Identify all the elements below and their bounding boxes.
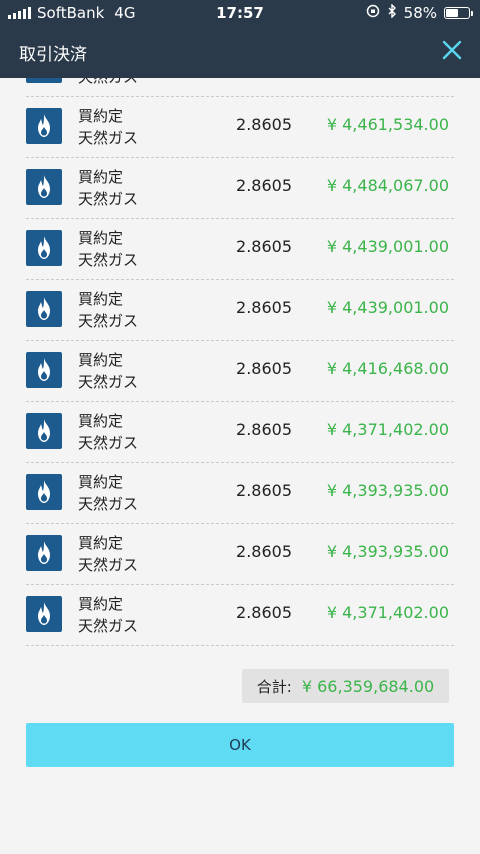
instrument-name: 天然ガス bbox=[78, 556, 139, 574]
quantity: 2.8605 bbox=[236, 176, 292, 195]
instrument-name: 天然ガス bbox=[78, 251, 139, 269]
position-row: 買約定天然ガス 2.8605 ¥ 4,393,935.00 bbox=[26, 463, 454, 524]
flame-icon bbox=[26, 352, 62, 388]
order-type: 買約定 bbox=[78, 595, 124, 613]
price: ¥ 4,416,468.00 bbox=[326, 359, 449, 378]
price: ¥ 4,439,001.00 bbox=[326, 298, 449, 317]
order-type: 買約定 bbox=[78, 168, 124, 186]
rotation-lock-icon bbox=[366, 4, 380, 22]
instrument-name: 天然ガス bbox=[78, 129, 139, 147]
instrument-name: 天然ガス bbox=[78, 434, 139, 452]
battery-icon bbox=[444, 7, 473, 19]
position-list: 買約定天然ガス2.8605¥ 4,439,001.00買約定天然ガス2.8605… bbox=[26, 78, 454, 646]
position-row: 買約定天然ガス 2.8605 ¥ 4,439,001.00 bbox=[26, 219, 454, 280]
flame-icon bbox=[26, 413, 62, 449]
position-row: 買約定天然ガス 2.8605 ¥ 4,461,534.00 bbox=[26, 97, 454, 158]
quantity: 2.8605 bbox=[236, 481, 292, 500]
instrument-name: 天然ガス bbox=[78, 373, 139, 391]
quantity: 2.8605 bbox=[236, 603, 292, 622]
position-row: 買約定天然ガス 2.8605 ¥ 4,393,935.00 bbox=[26, 524, 454, 585]
page-title: 取引決済 bbox=[19, 45, 87, 65]
order-type: 買約定 bbox=[78, 351, 124, 369]
quantity: 2.8605 bbox=[236, 115, 292, 134]
order-type: 買約定 bbox=[78, 229, 124, 247]
position-row: 買約定天然ガス 2.8605 ¥ 4,484,067.00 bbox=[26, 158, 454, 219]
header: 取引決済 bbox=[0, 26, 480, 78]
quantity: 2.8605 bbox=[236, 237, 292, 256]
quantity: 2.8605 bbox=[236, 420, 292, 439]
order-type: 買約定 bbox=[78, 473, 124, 491]
price: ¥ 4,439,001.00 bbox=[326, 237, 449, 256]
total-label: 合計: bbox=[256, 677, 292, 696]
quantity: 2.8605 bbox=[236, 542, 292, 561]
instrument-name: 天然ガス bbox=[78, 190, 139, 208]
order-type: 買約定 bbox=[78, 412, 124, 430]
instrument-name: 天然ガス bbox=[78, 78, 138, 88]
flame-icon bbox=[26, 291, 62, 327]
position-row: 買約定天然ガス 2.8605 ¥ 4,416,468.00 bbox=[26, 341, 454, 402]
order-type: 買約定 bbox=[78, 107, 124, 125]
quantity: 2.8605 bbox=[236, 298, 292, 317]
instrument-name: 天然ガス bbox=[78, 617, 139, 635]
total-box: 合計: ¥ 66,359,684.00 bbox=[242, 669, 449, 703]
flame-icon bbox=[26, 596, 62, 632]
flame-icon bbox=[26, 169, 62, 205]
price: ¥ 4,461,534.00 bbox=[326, 115, 449, 134]
price: ¥ 4,371,402.00 bbox=[326, 603, 449, 622]
order-type: 買約定 bbox=[78, 290, 124, 308]
flame-icon bbox=[26, 474, 62, 510]
price: ¥ 4,393,935.00 bbox=[326, 542, 449, 561]
total-value: ¥ 66,359,684.00 bbox=[301, 676, 435, 696]
flame-icon bbox=[26, 78, 62, 83]
close-icon[interactable] bbox=[438, 36, 466, 64]
instrument-name: 天然ガス bbox=[78, 495, 139, 513]
bluetooth-icon bbox=[387, 3, 397, 22]
price: ¥ 4,393,935.00 bbox=[326, 481, 449, 500]
instrument-name: 天然ガス bbox=[78, 312, 139, 330]
position-row: 買約定天然ガス 2.8605 ¥ 4,439,001.00 bbox=[26, 280, 454, 341]
position-row: 買約定天然ガス 2.8605 ¥ 4,371,402.00 bbox=[26, 402, 454, 463]
battery-percent: 58% bbox=[403, 4, 437, 22]
position-row: 買約定天然ガス2.8605¥ 4,439,001.00 bbox=[26, 78, 454, 97]
flame-icon bbox=[26, 230, 62, 266]
flame-icon bbox=[26, 108, 62, 144]
flame-icon bbox=[26, 535, 62, 571]
settlement-sheet: 買約定天然ガス2.8605¥ 4,439,001.00買約定天然ガス2.8605… bbox=[0, 78, 480, 854]
price: ¥ 4,371,402.00 bbox=[326, 420, 449, 439]
price: ¥ 4,484,067.00 bbox=[326, 176, 449, 195]
position-row: 買約定天然ガス 2.8605 ¥ 4,371,402.00 bbox=[26, 585, 454, 646]
quantity: 2.8605 bbox=[236, 359, 292, 378]
order-type: 買約定 bbox=[78, 534, 124, 552]
ok-button[interactable]: OK bbox=[26, 723, 454, 767]
status-bar: SoftBank 4G 17:57 58% bbox=[0, 0, 480, 26]
